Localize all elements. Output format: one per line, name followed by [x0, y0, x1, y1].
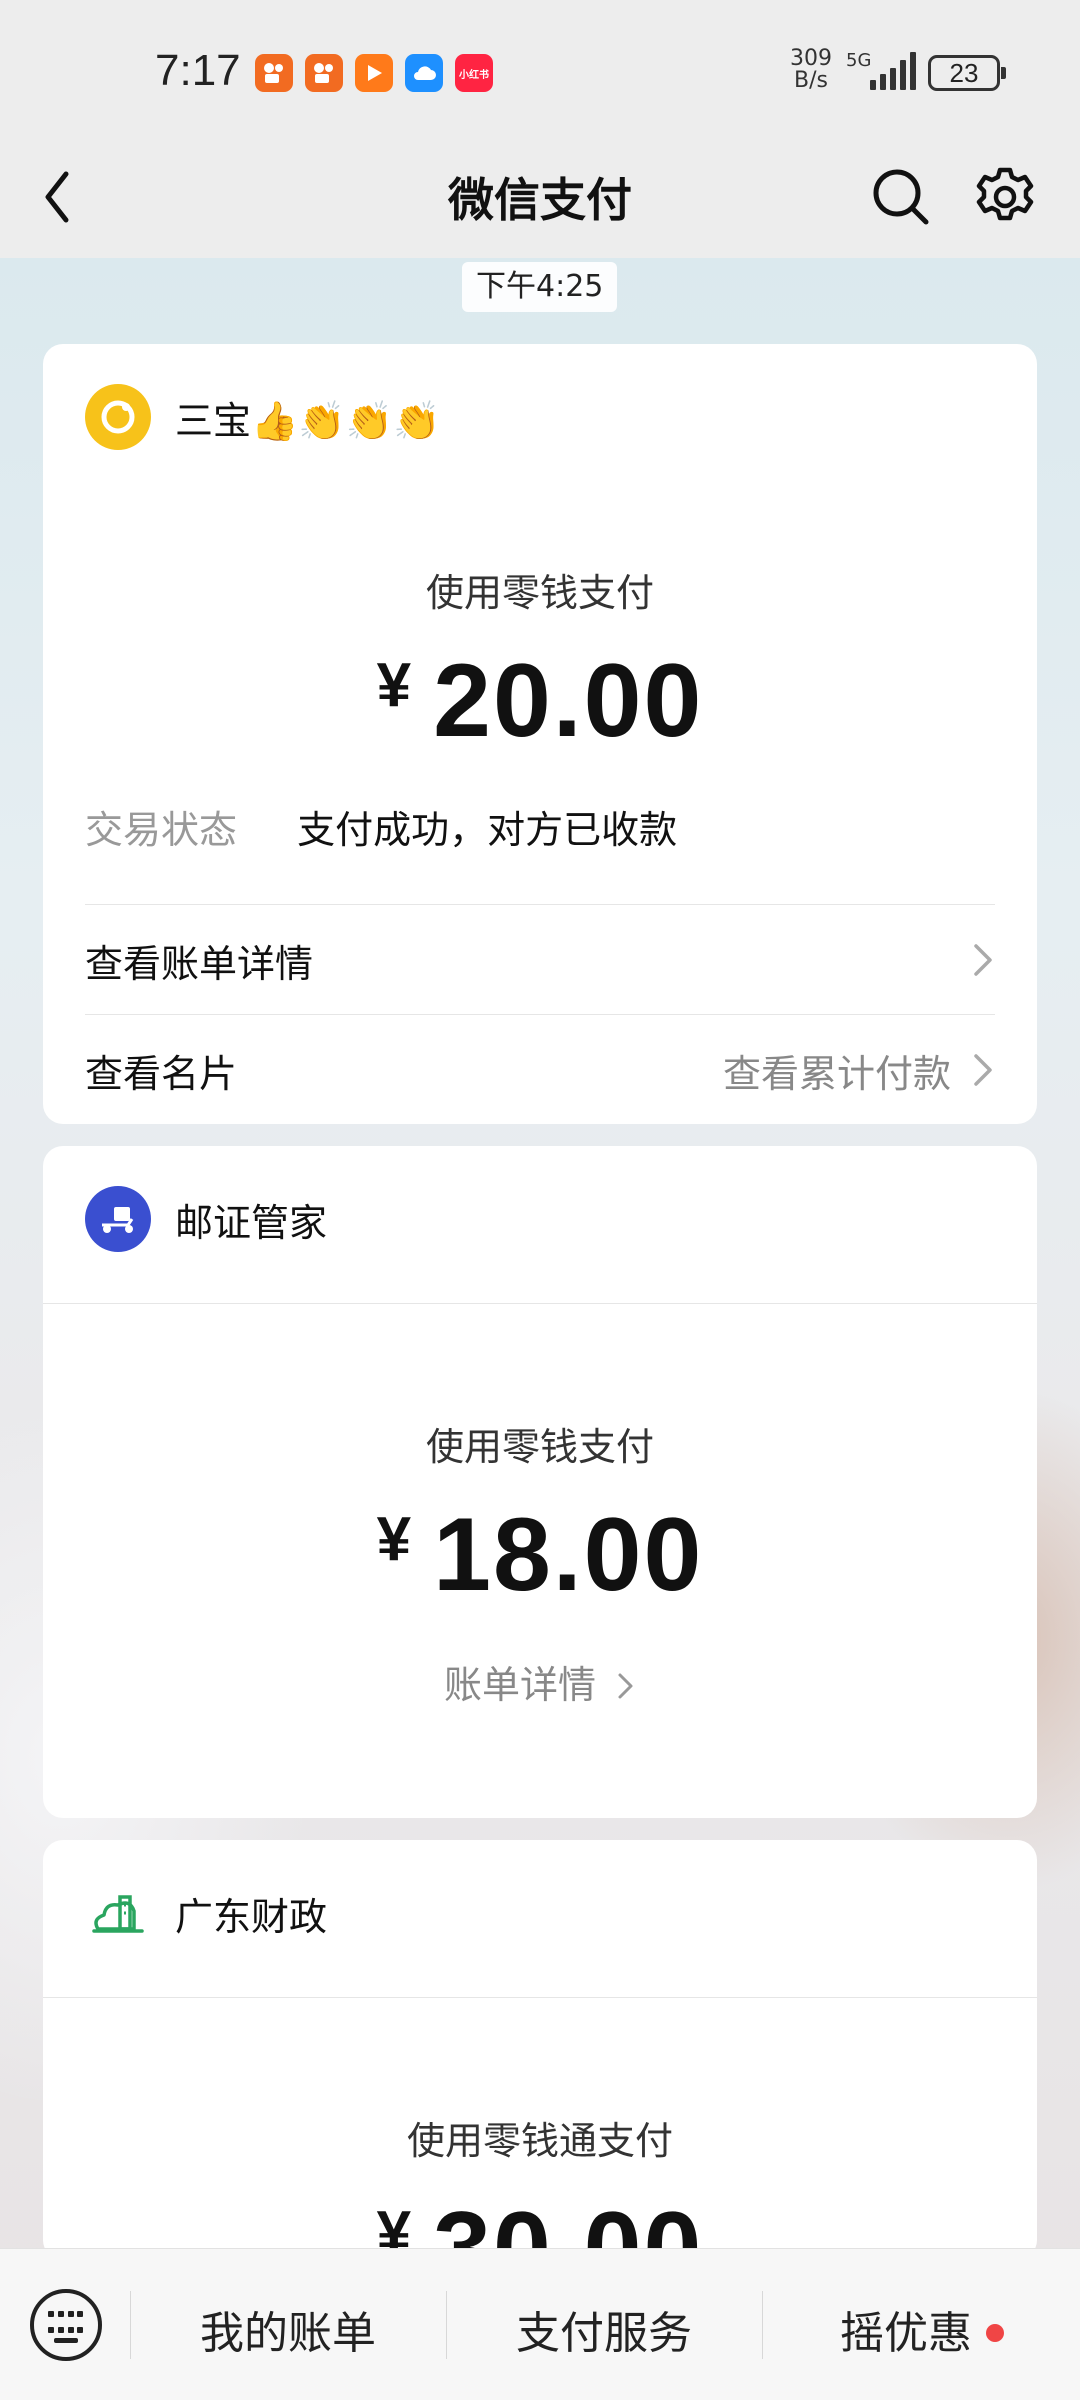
view-card-row[interactable]: 查看名片 查看累计付款 — [85, 1016, 995, 1124]
message-timestamp: 下午4:25 — [462, 262, 618, 312]
card-header[interactable]: 广东财政 — [85, 1880, 327, 1946]
tab-payment-services[interactable]: 支付服务 — [446, 2297, 762, 2361]
settings-button[interactable] — [970, 162, 1040, 232]
search-icon — [873, 169, 929, 225]
row-label: 查看名片 — [85, 1051, 238, 1096]
payment-amount: ¥18.00 — [376, 1497, 704, 1613]
city-building-icon — [92, 1895, 144, 1933]
net-speed: 309 B/s — [790, 46, 832, 93]
merchant-name: 邮证管家 — [175, 1200, 328, 1245]
merchant-name: 广东财政 — [175, 1894, 328, 1939]
signal-icon: 5G — [846, 50, 916, 90]
tab-shake-offers[interactable]: 摇优惠 — [762, 2297, 1050, 2361]
merchant-name: 三宝👍👏👏👏 — [175, 398, 441, 443]
divider — [43, 1997, 1037, 1998]
chevron-right-icon — [974, 1054, 992, 1086]
title-bar: 微信支付 — [0, 140, 1080, 258]
divider — [43, 1303, 1037, 1304]
pay-method: 使用零钱通支付 — [406, 2119, 673, 2163]
notification-icons: 小红书 — [255, 54, 493, 92]
pay-method: 使用零钱支付 — [425, 1425, 654, 1469]
status-time: 7:17 — [155, 46, 241, 95]
status-bar: 7:17 小红书 309 B/s 5G 23 — [0, 0, 1080, 140]
cumulative-payment-link[interactable]: 查看累计付款 — [723, 1043, 951, 1098]
chevron-right-icon — [974, 944, 992, 976]
merchant-avatar — [85, 384, 151, 450]
payment-card: 邮证管家 使用零钱支付 ¥18.00 账单详情 — [43, 1146, 1037, 1818]
view-bill-detail-row[interactable]: 查看账单详情 — [85, 906, 995, 1014]
keyboard-icon — [48, 2311, 84, 2339]
kuaishou-icon — [255, 54, 293, 92]
chevron-right-icon — [618, 1673, 633, 1699]
transaction-status: 交易状态 支付成功，对方已收款 — [85, 799, 677, 854]
keyboard-toggle-button[interactable] — [30, 2289, 102, 2361]
payment-amount: ¥20.00 — [376, 643, 704, 759]
kuaishou-lite-icon — [305, 54, 343, 92]
smile-logo-icon — [101, 400, 135, 434]
card-header[interactable]: 邮证管家 — [85, 1186, 327, 1252]
tab-my-bills[interactable]: 我的账单 — [130, 2297, 446, 2361]
payment-card: 三宝👍👏👏👏 使用零钱支付 ¥20.00 交易状态 支付成功，对方已收款 查看账… — [43, 344, 1037, 1124]
divider — [85, 904, 995, 905]
gear-icon — [976, 167, 1034, 221]
row-label: 查看账单详情 — [85, 941, 314, 986]
payment-card: 广东财政 使用零钱通支付 ¥30.00 — [43, 1840, 1037, 2260]
divider — [85, 1014, 995, 1015]
merchant-avatar — [85, 1880, 151, 1946]
status-label: 交易状态 — [85, 808, 238, 852]
bill-detail-link[interactable]: 账单详情 — [43, 1654, 1037, 1709]
status-value: 支付成功，对方已收款 — [297, 808, 678, 852]
xiaohongshu-icon: 小红书 — [455, 54, 493, 92]
cloud-icon — [405, 54, 443, 92]
pay-method: 使用零钱支付 — [425, 571, 654, 615]
delivery-scooter-icon — [102, 1207, 134, 1233]
battery-icon: 23 — [928, 55, 1006, 91]
search-button[interactable] — [866, 162, 936, 232]
bottom-menu-bar: 我的账单 支付服务 摇优惠 — [0, 2248, 1080, 2400]
card-header[interactable]: 三宝👍👏👏👏 — [85, 384, 440, 450]
video-play-icon — [355, 54, 393, 92]
merchant-avatar — [85, 1186, 151, 1252]
notification-badge — [986, 2324, 1004, 2342]
